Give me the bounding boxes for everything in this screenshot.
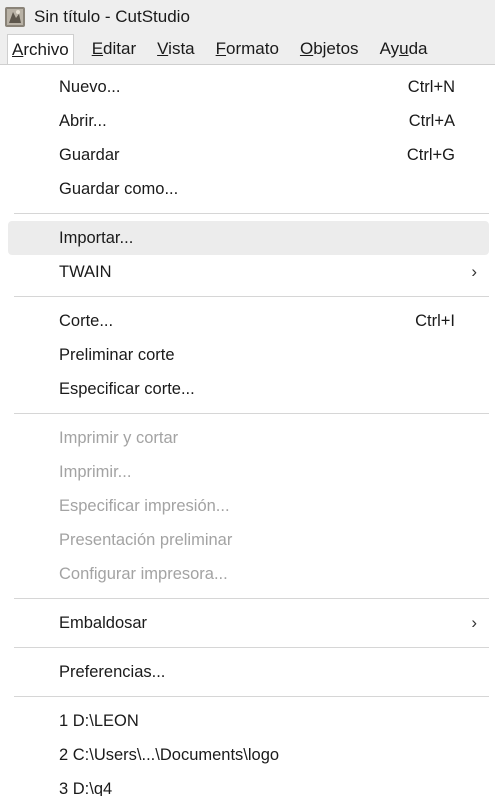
menu-item-especificar-impresion-label: Especificar impresión... bbox=[59, 496, 230, 515]
menu-item-preliminar-corte[interactable]: Preliminar corte bbox=[8, 338, 489, 372]
menu-vista-post: ista bbox=[168, 39, 195, 58]
menu-item-twain[interactable]: TWAIN › bbox=[8, 255, 489, 289]
menu-item-corte-shortcut: Ctrl+I bbox=[415, 311, 455, 330]
menu-item-guardar-como[interactable]: Guardar como... bbox=[8, 172, 489, 206]
menu-item-presentacion-preliminar: Presentación preliminar bbox=[8, 523, 489, 557]
menu-vista-accel: V bbox=[157, 39, 169, 58]
menu-item-imprimir-cortar-label: Imprimir y cortar bbox=[59, 428, 179, 447]
cutstudio-window: Sin título - CutStudio Archivo Editar Vi… bbox=[0, 0, 495, 796]
menu-separator bbox=[14, 413, 489, 414]
menu-item-corte[interactable]: Corte... Ctrl+I bbox=[8, 304, 489, 338]
menu-item-guardar-como-label: Guardar como... bbox=[59, 179, 179, 198]
menu-item-presentacion-preliminar-label: Presentación preliminar bbox=[59, 530, 233, 549]
submenu-chevron-right-icon: › bbox=[471, 613, 477, 632]
menu-ayuda-accel: u bbox=[399, 39, 409, 58]
menu-item-recent-file-1[interactable]: 1 D:\LEON bbox=[8, 704, 489, 738]
cutstudio-app-icon bbox=[4, 6, 26, 28]
menu-separator bbox=[14, 296, 489, 297]
menu-ayuda-pre: Ay bbox=[379, 39, 400, 58]
recent-file-3-label: 3 D:\q4 bbox=[59, 779, 113, 796]
menu-item-imprimir: Imprimir... bbox=[8, 455, 489, 489]
menu-editar[interactable]: Editar bbox=[88, 34, 140, 64]
menu-item-corte-label: Corte... bbox=[59, 311, 114, 330]
menu-item-nuevo-shortcut: Ctrl+N bbox=[407, 77, 455, 96]
menu-item-guardar[interactable]: Guardar Ctrl+G bbox=[8, 138, 489, 172]
menu-editar-accel: E bbox=[91, 39, 104, 58]
menu-item-abrir-shortcut: Ctrl+A bbox=[408, 111, 455, 130]
menu-vista[interactable]: Vista bbox=[153, 34, 199, 64]
menu-separator bbox=[14, 647, 489, 648]
menu-item-recent-file-2[interactable]: 2 C:\Users\...\Documents\logo bbox=[8, 738, 489, 772]
menu-ayuda-post: da bbox=[408, 39, 428, 58]
menu-item-nuevo-label: Nuevo... bbox=[59, 77, 121, 96]
menu-item-embaldosar-label: Embaldosar bbox=[59, 613, 148, 632]
menu-separator bbox=[14, 598, 489, 599]
menu-item-preferencias[interactable]: Preferencias... bbox=[8, 655, 489, 689]
title-bar: Sin título - CutStudio bbox=[0, 0, 495, 34]
menu-item-embaldosar[interactable]: Embaldosar › bbox=[8, 606, 489, 640]
menu-item-importar[interactable]: Importar... bbox=[8, 221, 489, 255]
menu-item-importar-label: Importar... bbox=[59, 228, 134, 247]
menu-formato-post: ormato bbox=[226, 39, 279, 58]
submenu-chevron-right-icon: › bbox=[471, 262, 477, 281]
menu-item-preferencias-label: Preferencias... bbox=[59, 662, 166, 681]
menu-formato[interactable]: Formato bbox=[212, 34, 283, 64]
menu-item-imprimir-label: Imprimir... bbox=[59, 462, 132, 481]
menu-item-nuevo[interactable]: Nuevo... Ctrl+N bbox=[8, 70, 489, 104]
menu-item-twain-label: TWAIN bbox=[59, 262, 112, 281]
menu-item-abrir-label: Abrir... bbox=[59, 111, 107, 130]
menu-formato-accel: F bbox=[215, 39, 227, 58]
menu-item-preliminar-corte-label: Preliminar corte bbox=[59, 345, 175, 364]
menu-archivo[interactable]: Archivo bbox=[7, 34, 74, 64]
menu-objetos[interactable]: Objetos bbox=[296, 34, 363, 64]
menu-item-configurar-impresora: Configurar impresora... bbox=[8, 557, 489, 591]
menu-item-especificar-corte[interactable]: Especificar corte... bbox=[8, 372, 489, 406]
recent-file-2-label: 2 C:\Users\...\Documents\logo bbox=[59, 745, 280, 764]
menu-editar-post: ditar bbox=[103, 39, 137, 58]
menu-item-recent-file-3[interactable]: 3 D:\q4 bbox=[8, 772, 489, 796]
menu-objetos-accel: O bbox=[299, 39, 314, 58]
menu-archivo-post: rchivo bbox=[23, 40, 69, 59]
menu-item-guardar-label: Guardar bbox=[59, 145, 120, 164]
menu-separator bbox=[14, 696, 489, 697]
menu-item-abrir[interactable]: Abrir... Ctrl+A bbox=[8, 104, 489, 138]
menu-separator bbox=[14, 213, 489, 214]
menu-item-especificar-corte-label: Especificar corte... bbox=[59, 379, 195, 398]
menu-archivo-accel: A bbox=[12, 40, 24, 59]
menu-item-imprimir-cortar: Imprimir y cortar bbox=[8, 421, 489, 455]
menu-item-especificar-impresion: Especificar impresión... bbox=[8, 489, 489, 523]
window-title: Sin título - CutStudio bbox=[34, 7, 190, 26]
recent-file-1-label: 1 D:\LEON bbox=[59, 711, 139, 730]
archivo-dropdown-menu: Nuevo... Ctrl+N Abrir... Ctrl+A Guardar … bbox=[0, 64, 495, 796]
menu-item-guardar-shortcut: Ctrl+G bbox=[406, 145, 455, 164]
menu-item-configurar-impresora-label: Configurar impresora... bbox=[59, 564, 228, 583]
menu-objetos-post: bjetos bbox=[313, 39, 359, 58]
menu-bar: Archivo Editar Vista Formato Objetos Ayu… bbox=[0, 34, 495, 64]
menu-ayuda[interactable]: Ayuda bbox=[376, 34, 432, 64]
